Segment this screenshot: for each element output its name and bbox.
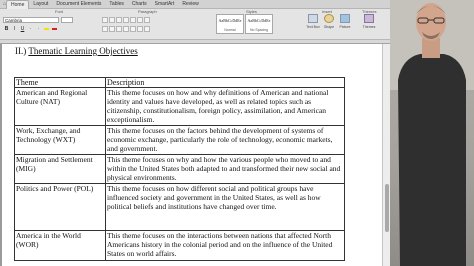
theme-cell: America in the World (WOR) — [14, 230, 106, 261]
description-cell: This theme focuses on why and how the va… — [105, 154, 345, 184]
shape-button[interactable]: Shape — [322, 14, 336, 34]
ribbon-tabs: ⌂ Home Layout Document Elements Tables C… — [0, 0, 390, 9]
header-description: Description — [105, 77, 345, 88]
text-box-icon — [308, 14, 318, 23]
themes-button[interactable]: Themes — [362, 14, 376, 34]
highlight-button[interactable] — [43, 26, 50, 33]
table-row: Politics and Power (POL) This theme focu… — [14, 183, 345, 231]
presenter-silhouette — [398, 3, 466, 266]
align-left-button[interactable] — [102, 26, 108, 32]
decrease-indent-button[interactable] — [123, 17, 129, 23]
style-no-spacing-sample: AaBbCcDdEe — [247, 18, 271, 23]
section-heading: II.) Thematic Learning Objectives — [15, 46, 138, 56]
shape-label: Shape — [323, 25, 335, 29]
style-normal-sample: AaBbCcDdEe — [218, 18, 242, 23]
show-formatting-button[interactable] — [144, 17, 150, 23]
line-spacing-button[interactable] — [130, 26, 136, 32]
group-label-font: Font — [55, 9, 64, 14]
align-center-button[interactable] — [109, 26, 115, 32]
tab-document-elements[interactable]: Document Elements — [52, 0, 105, 9]
italic-button[interactable]: I — [11, 26, 18, 33]
picture-label: Picture — [339, 25, 351, 29]
font-name-select[interactable]: Cambria — [3, 17, 59, 23]
tab-layout[interactable]: Layout — [29, 0, 52, 9]
group-label-paragraph: Paragraph — [138, 9, 157, 14]
bullets-button[interactable] — [102, 17, 108, 23]
format-buttons: B I U · · — [3, 26, 58, 33]
theme-cell: Migration and Settlement (MIG) — [14, 154, 106, 184]
description-cell: This theme focuses on how different soci… — [105, 183, 345, 231]
tab-review[interactable]: Review — [178, 0, 202, 9]
tab-tables[interactable]: Tables — [105, 0, 127, 9]
theme-cell: Politics and Power (POL) — [14, 183, 106, 231]
header-theme: Theme — [14, 77, 106, 88]
theme-cell: Work, Exchange, and Technology (WXT) — [14, 125, 106, 155]
table-row: Work, Exchange, and Technology (WXT) Thi… — [14, 125, 345, 155]
justify-button[interactable] — [123, 26, 129, 32]
table-row: America in the World (WOR) This theme fo… — [14, 230, 345, 261]
section-heading-prefix: II.) — [15, 46, 27, 56]
numbering-button[interactable] — [109, 17, 115, 23]
sort-button[interactable] — [137, 17, 143, 23]
table-header-row: Theme Description — [14, 77, 345, 88]
superscript-button[interactable]: · — [35, 26, 42, 33]
tab-home[interactable]: Home — [6, 0, 30, 9]
description-cell: This theme focuses on the interactions b… — [105, 230, 345, 261]
strikethrough-button[interactable]: · — [27, 26, 34, 33]
table-row: Migration and Settlement (MIG) This them… — [14, 154, 345, 184]
themes-label: Themes — [362, 25, 376, 29]
vertical-scrollbar[interactable] — [382, 44, 390, 266]
scrollbar-thumb[interactable] — [385, 184, 389, 232]
themes-icon — [364, 14, 374, 23]
paragraph-controls-top — [102, 17, 150, 23]
style-no-spacing-label: No Spacing — [249, 28, 269, 32]
tab-charts[interactable]: Charts — [128, 0, 151, 9]
theme-cell: American and Regional Culture (NAT) — [14, 87, 106, 126]
style-normal-label: Normal — [224, 28, 236, 32]
align-right-button[interactable] — [116, 26, 122, 32]
description-cell: This theme focuses on how and why defini… — [105, 87, 345, 126]
style-no-spacing[interactable]: AaBbCcDdEe No Spacing — [245, 14, 273, 34]
underline-button[interactable]: U — [19, 26, 26, 33]
borders-button[interactable] — [144, 26, 150, 32]
section-heading-title: Thematic Learning Objectives — [28, 46, 138, 56]
picture-icon — [340, 14, 350, 23]
shading-button[interactable] — [137, 26, 143, 32]
shape-icon — [324, 14, 334, 23]
text-box-label: Text Box — [306, 25, 320, 29]
picture-button[interactable]: Picture — [338, 14, 352, 34]
increase-indent-button[interactable] — [130, 17, 136, 23]
tab-smartart[interactable]: SmartArt — [151, 0, 179, 9]
font-color-button[interactable] — [51, 26, 58, 33]
description-cell: This theme focuses on the factors behind… — [105, 125, 345, 155]
document-page[interactable]: II.) Thematic Learning Objectives Theme … — [2, 44, 390, 266]
font-size-select[interactable] — [61, 17, 73, 23]
table-row: American and Regional Culture (NAT) This… — [14, 87, 345, 126]
style-normal[interactable]: AaBbCcDdEe Normal — [216, 14, 244, 34]
bold-button[interactable]: B — [3, 26, 10, 33]
ribbon: ⌂ Home Layout Document Elements Tables C… — [0, 0, 390, 40]
paragraph-controls-bottom — [102, 26, 150, 32]
multilevel-list-button[interactable] — [116, 17, 122, 23]
webcam-feed — [390, 0, 474, 266]
themes-table: Theme Description American and Regional … — [14, 77, 345, 261]
text-box-button[interactable]: Text Box — [306, 14, 320, 34]
